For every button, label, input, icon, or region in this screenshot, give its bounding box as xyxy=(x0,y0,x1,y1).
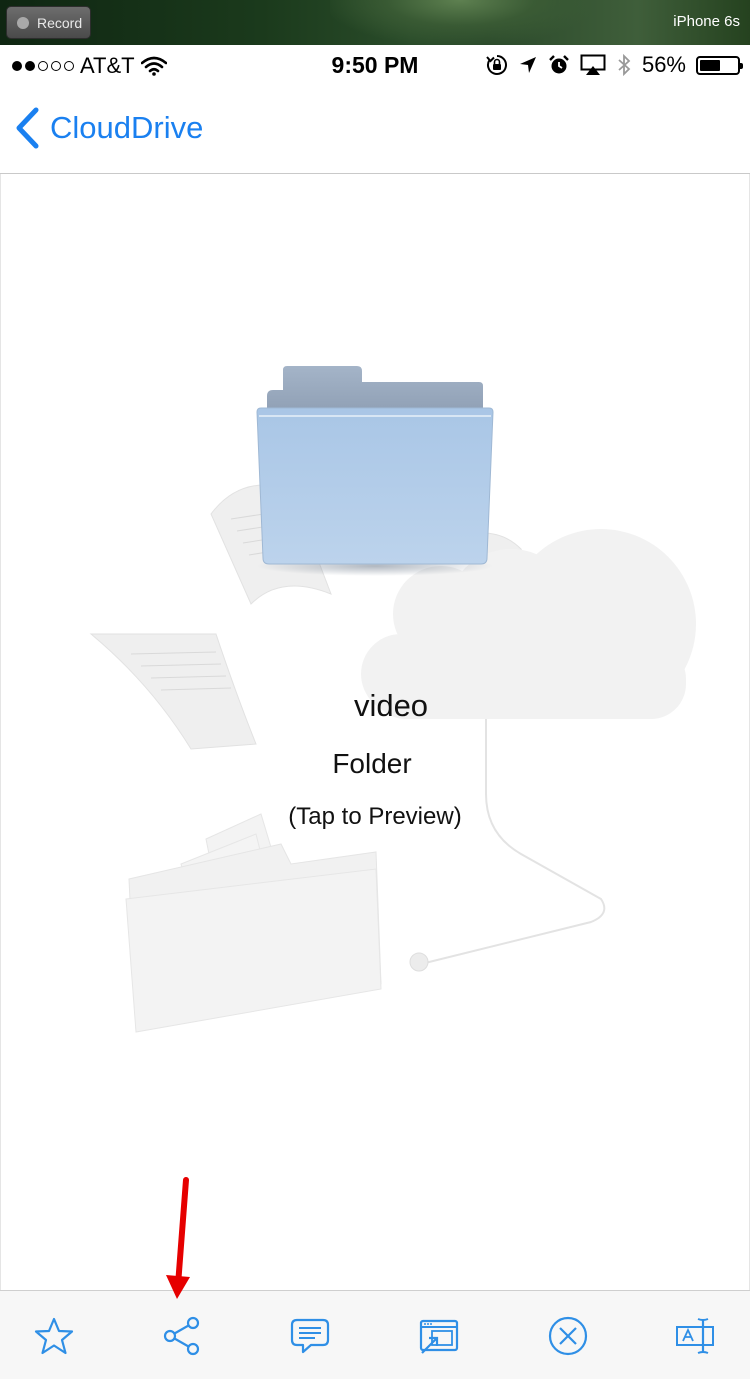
folder-icon xyxy=(256,366,494,576)
battery-fill xyxy=(700,59,721,71)
rename-button[interactable] xyxy=(671,1311,721,1361)
item-name: video xyxy=(353,688,429,723)
annotation-arrow-icon xyxy=(166,1177,190,1299)
airplay-icon xyxy=(580,54,606,75)
location-icon xyxy=(519,57,536,73)
background-image xyxy=(330,0,590,45)
comment-icon xyxy=(290,1318,330,1354)
alarm-icon xyxy=(549,55,569,74)
faint-folder-illustration xyxy=(125,813,382,1033)
status-bar: AT&T 9:50 PM 56% xyxy=(0,45,750,87)
preview-area[interactable]: video Folder (Tap to Preview) xyxy=(0,174,750,1290)
record-label: Record xyxy=(37,14,83,31)
cloud-storage-illustration xyxy=(89,366,696,1033)
open-in-button[interactable] xyxy=(414,1311,464,1361)
star-icon xyxy=(34,1317,74,1355)
tap-to-preview-hint[interactable]: (Tap to Preview) xyxy=(1,803,749,831)
battery-percent: 56% xyxy=(641,52,686,77)
delete-button[interactable] xyxy=(543,1311,593,1361)
battery-icon xyxy=(696,55,743,75)
close-circle-icon xyxy=(548,1316,588,1356)
record-dot-icon xyxy=(17,16,29,29)
share-button[interactable] xyxy=(157,1311,207,1361)
chevron-left-icon xyxy=(16,107,39,149)
simulator-bar: Record iPhone 6s xyxy=(0,0,750,45)
open-in-icon xyxy=(419,1319,459,1354)
item-kind: Folder xyxy=(332,748,412,779)
comment-button[interactable] xyxy=(285,1311,335,1361)
rename-icon xyxy=(676,1318,714,1354)
device-name: iPhone 6s xyxy=(673,13,740,30)
record-button[interactable]: Record xyxy=(6,6,91,39)
favorite-button[interactable] xyxy=(29,1311,79,1361)
back-button[interactable]: CloudDrive xyxy=(14,107,203,149)
share-icon xyxy=(163,1316,200,1356)
bottom-toolbar xyxy=(0,1290,750,1379)
rotation-lock-icon xyxy=(486,55,507,75)
status-right: 56% xyxy=(486,52,743,78)
back-label: CloudDrive xyxy=(50,110,204,145)
bluetooth-icon xyxy=(618,53,631,77)
navigation-bar: CloudDrive xyxy=(0,87,750,174)
